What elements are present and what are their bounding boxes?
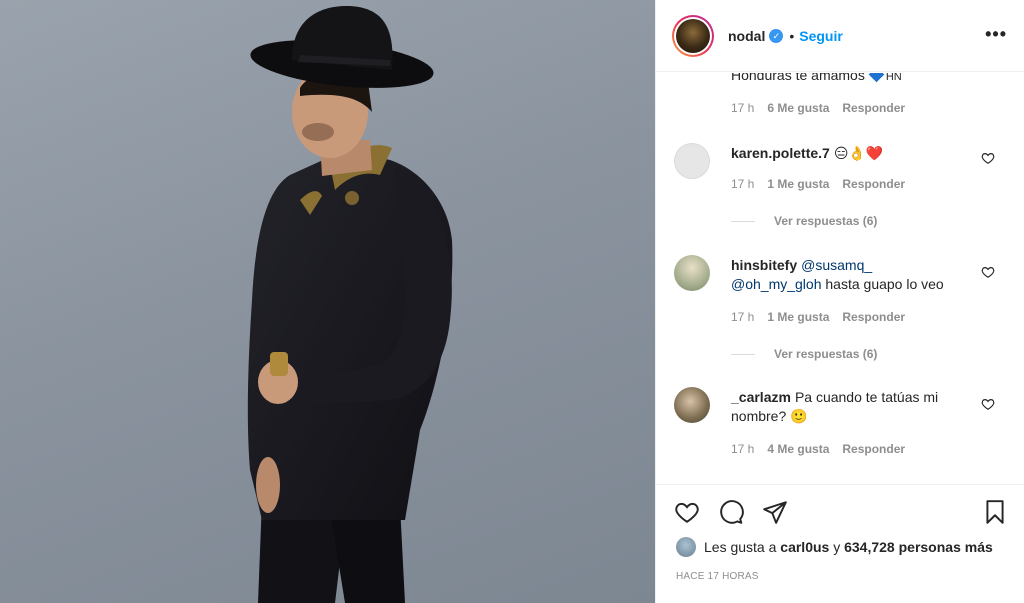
- author-avatar[interactable]: [672, 14, 714, 57]
- more-icon[interactable]: •••: [985, 24, 1007, 45]
- post-timestamp[interactable]: HACE 17 HORAS: [676, 571, 759, 582]
- replies-divider: [731, 353, 755, 355]
- reply-button[interactable]: Responder: [842, 442, 905, 456]
- partial-comment-body: Honduras te amamos: [731, 73, 865, 83]
- likes-count[interactable]: 634,728 personas más: [844, 539, 993, 555]
- partial-comment-text: Honduras te amamos HN: [731, 73, 902, 83]
- commenter-avatar[interactable]: [674, 387, 710, 423]
- comment-body: 😑👌❤️: [833, 145, 884, 161]
- heart-icon[interactable]: [981, 397, 995, 411]
- post-actions: Les gusta a carl0us y 634,728 personas m…: [656, 484, 1024, 603]
- post-header: nodal ✓ • Seguir •••: [656, 0, 1024, 72]
- honduras-flag-icon: [868, 73, 885, 83]
- liker-avatar: [676, 537, 696, 557]
- comment-likes[interactable]: 6 Me gusta: [767, 101, 829, 115]
- likes-prefix: Les gusta a: [704, 539, 777, 555]
- author-username[interactable]: nodal: [728, 28, 765, 44]
- reply-button[interactable]: Responder: [842, 101, 905, 115]
- commenter-username[interactable]: karen.polette.7: [731, 145, 830, 161]
- post-photo[interactable]: [0, 0, 655, 603]
- view-replies-label[interactable]: Ver respuestas (6): [774, 347, 877, 361]
- commenter-avatar[interactable]: [674, 255, 710, 291]
- comment-icon[interactable]: [718, 499, 744, 525]
- view-replies-button[interactable]: Ver respuestas (6): [731, 214, 877, 228]
- heart-icon[interactable]: [674, 499, 700, 525]
- comment-meta: 17 h 4 Me gusta Responder: [731, 442, 905, 456]
- save-icon[interactable]: [982, 499, 1008, 525]
- replies-divider: [731, 220, 755, 222]
- partial-comment-meta: 17 h 6 Me gusta Responder: [731, 101, 905, 115]
- reply-button[interactable]: Responder: [842, 310, 905, 324]
- reply-button[interactable]: Responder: [842, 177, 905, 191]
- commenter-username[interactable]: hinsbitefy: [731, 257, 797, 273]
- view-replies-label[interactable]: Ver respuestas (6): [774, 214, 877, 228]
- comment-time: 17 h: [731, 101, 755, 115]
- comment-time: 17 h: [731, 310, 755, 324]
- heart-icon[interactable]: [981, 151, 995, 165]
- comment-meta: 17 h 1 Me gusta Responder: [731, 177, 905, 191]
- commenter-username[interactable]: _carlazm: [731, 389, 791, 405]
- mention-link[interactable]: @susamq_: [801, 257, 872, 273]
- view-replies-button[interactable]: Ver respuestas (6): [731, 347, 877, 361]
- comment-text: _carlazm Pa cuando te tatúas mi nombre? 🙂: [731, 388, 981, 426]
- photo-illustration: [247, 5, 453, 603]
- comment-text: hinsbitefy @susamq_ @oh_my_gloh hasta gua…: [731, 256, 981, 294]
- commenter-avatar[interactable]: [674, 143, 710, 179]
- post-panel: nodal ✓ • Seguir ••• Honduras te amamos H…: [655, 0, 1024, 603]
- separator-dot: •: [789, 27, 795, 44]
- share-icon[interactable]: [762, 499, 788, 525]
- comment-likes[interactable]: 1 Me gusta: [767, 177, 829, 191]
- mention-link[interactable]: @oh_my_gloh: [731, 276, 822, 292]
- comment-meta: 17 h 1 Me gusta Responder: [731, 310, 905, 324]
- likes-summary[interactable]: Les gusta a carl0us y 634,728 personas m…: [676, 537, 993, 557]
- follow-button[interactable]: Seguir: [799, 28, 843, 44]
- comments-list[interactable]: Honduras te amamos HN 17 h 6 Me gusta Res…: [656, 73, 1024, 483]
- comment-text: karen.polette.7 😑👌❤️: [731, 144, 981, 163]
- likes-connector: y: [833, 539, 841, 555]
- comment-body: hasta guapo lo veo: [825, 276, 944, 292]
- verified-icon: ✓: [769, 28, 784, 43]
- comment-likes[interactable]: 4 Me gusta: [767, 442, 829, 456]
- comment-time: 17 h: [731, 177, 755, 191]
- partial-comment-flag-text: HN: [885, 73, 902, 83]
- comment-time: 17 h: [731, 442, 755, 456]
- comment-likes[interactable]: 1 Me gusta: [767, 310, 829, 324]
- liker-username[interactable]: carl0us: [780, 539, 829, 555]
- heart-icon[interactable]: [981, 265, 995, 279]
